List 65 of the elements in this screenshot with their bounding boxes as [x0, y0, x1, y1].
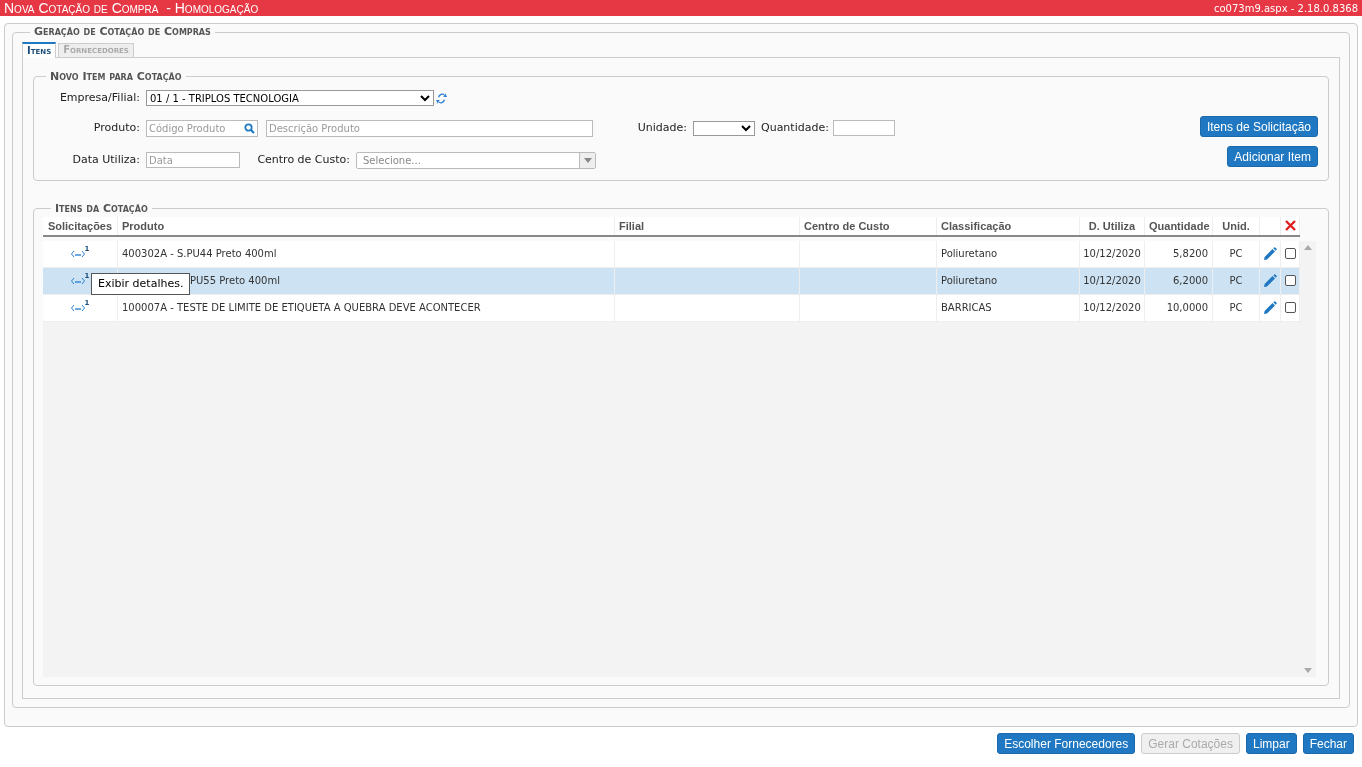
refresh-icon[interactable]: [436, 91, 447, 105]
table-cell-text: 100007A - TESTE DE LIMITE DE ETIQUETA A QUEBRA DEVE ACONTECER: [122, 301, 481, 316]
caret-down-icon: [583, 157, 592, 163]
row-checkbox[interactable]: [1284, 275, 1296, 287]
window-title: Nova Cotação de Compra - Homologação: [4, 1, 259, 15]
details-icon[interactable]: [70, 249, 85, 258]
edit-icon[interactable]: [1263, 300, 1277, 315]
table-cell-text: 10/12/2020: [1083, 301, 1141, 316]
table-cell-text: 5,8200: [1173, 247, 1208, 262]
table-cell-text: PC: [1229, 247, 1243, 262]
field-label: Centro de Custo:: [256, 151, 350, 168]
table-cell-text: BARRICAS: [941, 301, 992, 316]
field-label: Quantidade:: [761, 119, 827, 136]
column-header: Unid.: [1221, 218, 1251, 234]
details-icon[interactable]: [70, 303, 85, 312]
section-legend: Itens da Cotação: [51, 200, 152, 217]
table-cell-text: PC: [1229, 274, 1243, 289]
tab[interactable]: Itens: [22, 41, 57, 58]
field-label: Data Utiliza:: [71, 151, 140, 168]
column-header: Centro de Custo: [803, 218, 891, 234]
edit-icon[interactable]: [1263, 273, 1277, 288]
column-header: Filial: [618, 218, 646, 234]
chevron-down-icon: [741, 124, 751, 132]
table-cell-text: PU55 Preto 400ml: [190, 274, 280, 289]
row-checkbox[interactable]: [1284, 248, 1296, 260]
chevron-down-icon: [420, 94, 430, 102]
table-cell-text: Poliuretano: [941, 274, 998, 289]
column-header: Quantidade: [1148, 218, 1211, 234]
delete-icon[interactable]: [1284, 220, 1296, 232]
column-header: D. Utiliza: [1087, 218, 1137, 234]
version-text: co073m9.aspx - 2.18.0.8368: [1214, 1, 1358, 16]
details-icon[interactable]: [70, 276, 85, 285]
table-cell-text: 10,0000: [1166, 301, 1208, 316]
table-cell-text: 400302A - S.PU44 Preto 400ml: [122, 247, 277, 262]
column-header: Solicitações: [46, 218, 114, 234]
action-button[interactable]: Fechar: [1302, 733, 1354, 754]
table-cell-text: 6,2000: [1173, 274, 1208, 289]
field-label: Empresa/Filial:: [58, 89, 140, 106]
column-header: Classificação: [940, 218, 1013, 234]
action-button[interactable]: Limpar: [1245, 733, 1297, 754]
field-label: Produto:: [92, 119, 140, 136]
scroll-down-icon[interactable]: [1304, 667, 1312, 673]
action-button[interactable]: Escolher Fornecedores: [997, 733, 1136, 754]
table-cell-text: Poliuretano: [941, 247, 998, 262]
quantity-field[interactable]: [833, 120, 895, 136]
tooltip: Exibir detalhes.: [91, 272, 191, 296]
date-field[interactable]: Data: [146, 152, 240, 168]
product-description-field[interactable]: Descrição Produto: [266, 119, 593, 137]
row-checkbox[interactable]: [1284, 302, 1296, 314]
scroll-up-icon[interactable]: [1304, 244, 1312, 250]
action-button[interactable]: Itens de Solicitação: [1199, 116, 1318, 137]
section-legend: Novo Item para Cotação: [46, 68, 186, 85]
edit-icon[interactable]: [1263, 246, 1277, 261]
unit-select[interactable]: [693, 120, 755, 136]
product-code-field[interactable]: Código Produto: [146, 119, 258, 137]
column-header: Produto: [121, 218, 166, 234]
action-button[interactable]: Adicionar Item: [1227, 146, 1318, 167]
table-cell-text: 10/12/2020: [1083, 247, 1141, 262]
section-legend: Geração de Cotação de Compras: [30, 24, 215, 41]
cost-center-select[interactable]: Selecione...: [356, 151, 596, 169]
table-cell-text: 10/12/2020: [1083, 274, 1141, 289]
table-cell-text: PC: [1229, 301, 1243, 316]
field-label: Unidade:: [636, 119, 687, 136]
company-select[interactable]: 01 / 1 - TRIPLOS TECNOLOGIA: [146, 90, 434, 106]
search-icon[interactable]: [244, 122, 255, 134]
